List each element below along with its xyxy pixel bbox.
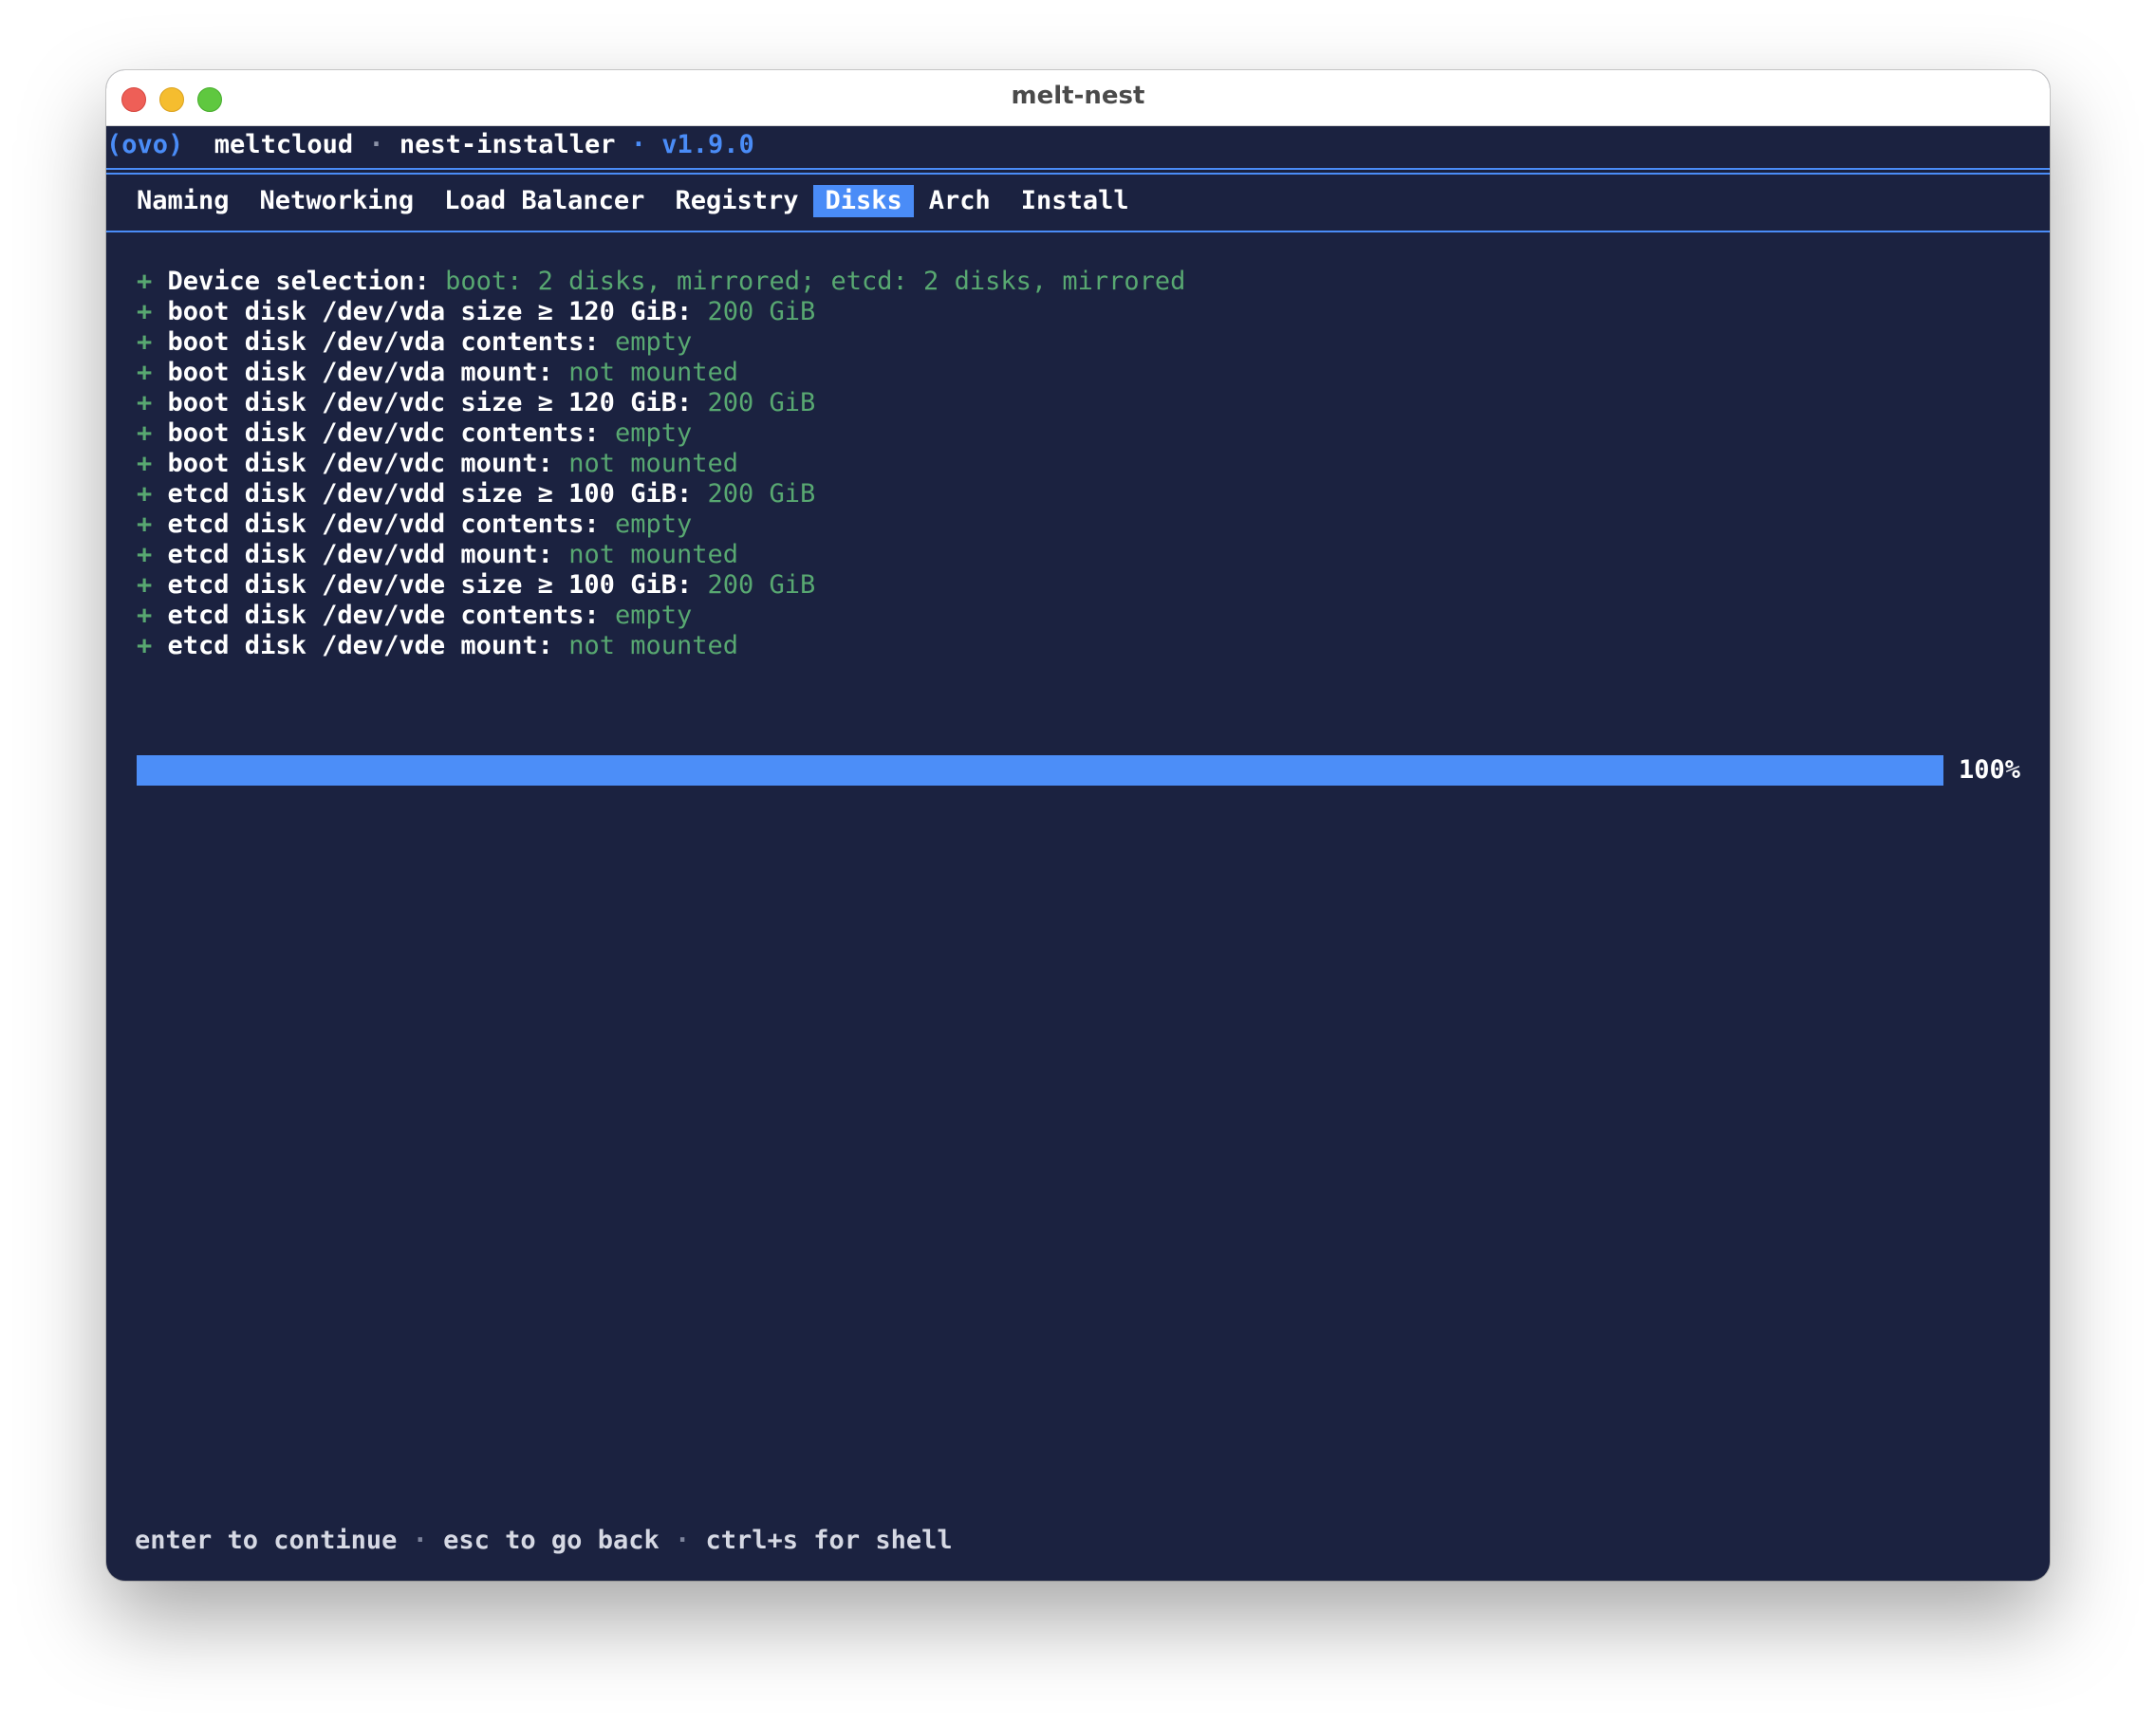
check-row: + boot disk /dev/vdc size ≥ 120 GiB: 200… bbox=[137, 388, 1185, 418]
check-mark: + bbox=[137, 509, 153, 539]
tab-naming[interactable]: Naming bbox=[135, 185, 232, 217]
tab-disks[interactable]: Disks bbox=[813, 185, 914, 217]
hint-separator: · bbox=[674, 1526, 691, 1555]
tab-install[interactable]: Install bbox=[1019, 185, 1131, 217]
check-value: empty bbox=[614, 509, 693, 539]
check-value: not mounted bbox=[568, 449, 738, 478]
check-mark: + bbox=[137, 631, 153, 660]
app-header: (ovo) meltcloud · nest-installer · v1.9.… bbox=[106, 126, 754, 164]
tab-load-balancer[interactable]: Load Balancer bbox=[442, 185, 646, 217]
check-row: + boot disk /dev/vdc mount: not mounted bbox=[137, 449, 1185, 479]
check-label: etcd disk /dev/vdd mount: bbox=[167, 540, 553, 569]
check-label: etcd disk /dev/vdd size ≥ 100 GiB: bbox=[167, 479, 693, 509]
progress-percent: 100% bbox=[1959, 755, 2021, 785]
check-mark: + bbox=[137, 570, 153, 600]
check-label: boot disk /dev/vda mount: bbox=[167, 358, 553, 387]
check-row: + Device selection: boot: 2 disks, mirro… bbox=[137, 267, 1185, 297]
terminal-screen[interactable]: (ovo) meltcloud · nest-installer · v1.9.… bbox=[106, 126, 2050, 1581]
check-value: 200 GiB bbox=[707, 570, 816, 600]
check-label: etcd disk /dev/vde contents: bbox=[167, 601, 600, 630]
check-row: + etcd disk /dev/vde contents: empty bbox=[137, 601, 1185, 631]
check-row: + boot disk /dev/vda contents: empty bbox=[137, 327, 1185, 358]
hint-shell: ctrl+s for shell bbox=[705, 1526, 953, 1555]
check-mark: + bbox=[137, 267, 153, 296]
hint-enter: enter to continue bbox=[135, 1526, 398, 1555]
check-value: empty bbox=[614, 327, 693, 357]
check-label: boot disk /dev/vdc size ≥ 120 GiB: bbox=[167, 388, 693, 417]
check-row: + etcd disk /dev/vdd size ≥ 100 GiB: 200… bbox=[137, 479, 1185, 509]
check-row: + boot disk /dev/vdc contents: empty bbox=[137, 418, 1185, 449]
tab-networking[interactable]: Networking bbox=[258, 185, 417, 217]
check-mark: + bbox=[137, 297, 153, 326]
hint-esc: esc to go back bbox=[443, 1526, 660, 1555]
title-bar: melt-nest bbox=[106, 70, 2050, 126]
check-value: not mounted bbox=[568, 540, 738, 569]
step-tabs: Naming Networking Load Balancer Registry… bbox=[135, 183, 1158, 219]
hint-separator: · bbox=[412, 1526, 428, 1555]
check-row: + etcd disk /dev/vde size ≥ 100 GiB: 200… bbox=[137, 570, 1185, 601]
header-separator-version: · bbox=[630, 130, 647, 159]
owl-logo: (ovo) bbox=[106, 130, 184, 159]
check-label: etcd disk /dev/vde mount: bbox=[167, 631, 553, 660]
header-separator: · bbox=[368, 130, 384, 159]
tabs-divider bbox=[106, 231, 2050, 232]
check-value: boot: 2 disks, mirrored; etcd: 2 disks, … bbox=[445, 267, 1186, 296]
check-value: 200 GiB bbox=[707, 479, 816, 509]
check-mark: + bbox=[137, 540, 153, 569]
check-value: empty bbox=[614, 601, 693, 630]
brand-name: meltcloud bbox=[214, 130, 354, 159]
tab-registry[interactable]: Registry bbox=[673, 185, 800, 217]
key-hints: enter to continue · esc to go back · ctr… bbox=[135, 1525, 953, 1557]
check-label: boot disk /dev/vda contents: bbox=[167, 327, 600, 357]
header-divider-top bbox=[106, 168, 2050, 170]
tab-arch[interactable]: Arch bbox=[927, 185, 993, 217]
check-label: boot disk /dev/vdc contents: bbox=[167, 418, 600, 448]
check-value: 200 GiB bbox=[707, 297, 816, 326]
check-row: + etcd disk /dev/vdd contents: empty bbox=[137, 509, 1185, 540]
app-name: nest-installer bbox=[399, 130, 616, 159]
check-mark: + bbox=[137, 327, 153, 357]
check-label: boot disk /dev/vdc mount: bbox=[167, 449, 553, 478]
check-value: not mounted bbox=[568, 358, 738, 387]
check-label: boot disk /dev/vda size ≥ 120 GiB: bbox=[167, 297, 693, 326]
check-value: not mounted bbox=[568, 631, 738, 660]
check-row: + boot disk /dev/vda size ≥ 120 GiB: 200… bbox=[137, 297, 1185, 327]
app-version: v1.9.0 bbox=[661, 130, 754, 159]
check-row: + boot disk /dev/vda mount: not mounted bbox=[137, 358, 1185, 388]
header-divider-bottom bbox=[106, 173, 2050, 175]
progress-bar bbox=[137, 755, 1943, 786]
progress-bar-fill bbox=[137, 755, 1943, 786]
check-mark: + bbox=[137, 388, 153, 417]
check-label: etcd disk /dev/vdd contents: bbox=[167, 509, 600, 539]
check-mark: + bbox=[137, 479, 153, 509]
check-label: Device selection: bbox=[167, 267, 430, 296]
check-label: etcd disk /dev/vde size ≥ 100 GiB: bbox=[167, 570, 693, 600]
check-mark: + bbox=[137, 418, 153, 448]
check-value: 200 GiB bbox=[707, 388, 816, 417]
check-mark: + bbox=[137, 601, 153, 630]
check-mark: + bbox=[137, 449, 153, 478]
check-mark: + bbox=[137, 358, 153, 387]
check-value: empty bbox=[614, 418, 693, 448]
disk-check-list: + Device selection: boot: 2 disks, mirro… bbox=[137, 267, 1185, 661]
window-title: melt-nest bbox=[1011, 82, 1145, 110]
terminal-window: melt-nest (ovo) meltcloud · nest-install… bbox=[106, 70, 2050, 1581]
check-row: + etcd disk /dev/vdd mount: not mounted bbox=[137, 540, 1185, 570]
check-row: + etcd disk /dev/vde mount: not mounted bbox=[137, 631, 1185, 661]
